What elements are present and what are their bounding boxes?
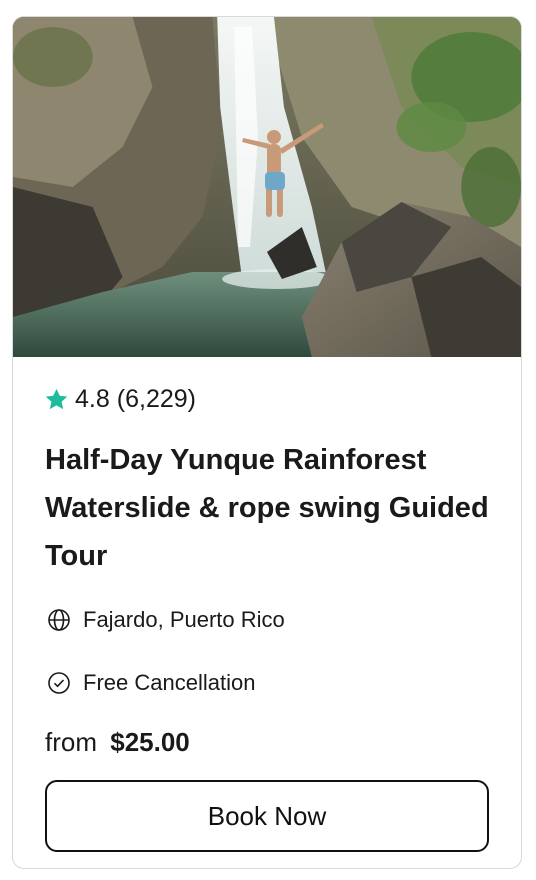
tour-photo[interactable] <box>13 17 521 357</box>
location: Fajardo, Puerto Rico <box>47 607 285 633</box>
check-circle-icon <box>48 672 70 694</box>
tour-title[interactable]: Half-Day Yunque Rainforest Waterslide & … <box>45 436 495 580</box>
waterfall-image <box>13 17 521 357</box>
star-icon <box>45 388 68 410</box>
price-amount: $25.00 <box>110 727 190 757</box>
rating: 4.8 (6,229) <box>44 385 196 414</box>
cancellation-text: Free Cancellation <box>83 670 256 695</box>
location-text: Fajardo, Puerto Rico <box>83 607 285 632</box>
cancellation-policy: Free Cancellation <box>47 670 255 696</box>
price-prefix: from <box>45 727 97 757</box>
review-count: (6,229) <box>116 385 196 413</box>
rating-score: 4.8 <box>75 385 110 413</box>
tour-card[interactable]: 4.8 (6,229) Half-Day Yunque Rainforest W… <box>12 16 522 869</box>
price: from $25.00 <box>45 727 190 758</box>
book-now-button[interactable]: Book Now <box>45 780 489 852</box>
globe-icon <box>48 609 70 631</box>
